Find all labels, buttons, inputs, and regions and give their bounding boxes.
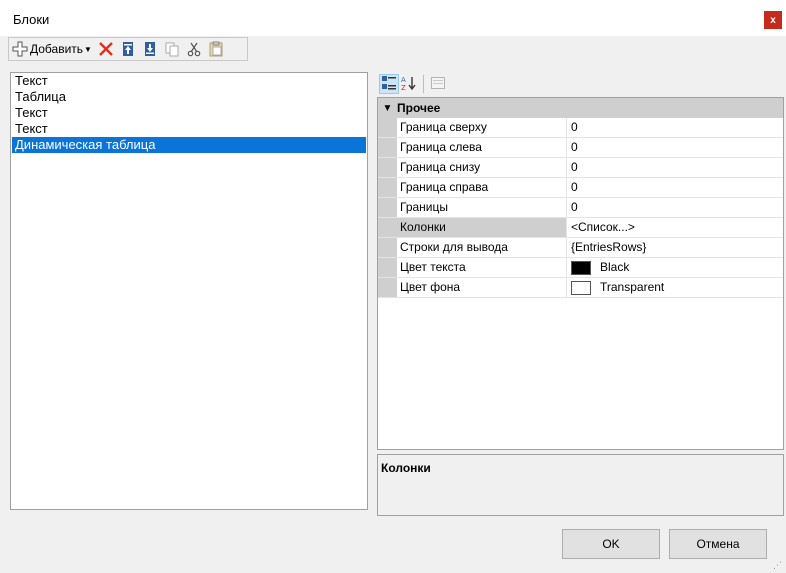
resize-grip-icon[interactable]: ⋰ bbox=[773, 560, 782, 571]
add-dropdown-button[interactable]: Добавить ▼ bbox=[12, 39, 92, 59]
delete-icon bbox=[98, 41, 114, 57]
cut-icon bbox=[186, 41, 202, 57]
svg-text:A: A bbox=[401, 76, 406, 84]
row-gutter bbox=[378, 158, 397, 177]
property-value-color[interactable]: Black bbox=[567, 258, 783, 277]
ok-button[interactable]: OK bbox=[562, 529, 660, 559]
copy-button[interactable] bbox=[164, 39, 180, 59]
color-value-label: Black bbox=[600, 260, 630, 274]
property-name: Граница слева bbox=[397, 138, 567, 157]
title-bar: Блоки x bbox=[0, 0, 786, 36]
property-name: Колонки bbox=[397, 218, 567, 237]
cancel-button[interactable]: Отмена bbox=[669, 529, 767, 559]
alphabetical-button[interactable]: AZ bbox=[399, 74, 419, 94]
property-name: Граница сверху bbox=[397, 118, 567, 137]
property-value-color[interactable]: Transparent bbox=[567, 278, 783, 297]
color-value-label: Transparent bbox=[600, 280, 665, 294]
row-gutter bbox=[378, 198, 397, 217]
property-row[interactable]: Цвет текста Black bbox=[378, 258, 783, 278]
property-row[interactable]: Границы 0 bbox=[378, 198, 783, 218]
property-row[interactable]: Граница сверху 0 bbox=[378, 118, 783, 138]
property-name: Границы bbox=[397, 198, 567, 217]
property-value[interactable]: 0 bbox=[567, 138, 783, 157]
property-name: Граница справа bbox=[397, 178, 567, 197]
property-name: Цвет текста bbox=[397, 258, 567, 277]
blocks-dialog: Блоки x Добавить ▼ Текст Таблица Текст Т… bbox=[0, 0, 786, 573]
property-pages-icon bbox=[431, 76, 445, 93]
blocks-list[interactable]: Текст Таблица Текст Текст Динамическая т… bbox=[10, 72, 368, 510]
cut-button[interactable] bbox=[186, 39, 202, 59]
blocks-toolbar: Добавить ▼ bbox=[8, 37, 248, 61]
window-title: Блоки bbox=[13, 12, 50, 27]
add-icon bbox=[12, 41, 28, 57]
move-down-icon bbox=[142, 41, 158, 57]
list-item[interactable]: Таблица bbox=[12, 89, 366, 105]
toolbar-separator bbox=[423, 75, 424, 93]
move-down-button[interactable] bbox=[142, 39, 158, 59]
color-swatch bbox=[571, 260, 591, 275]
property-value[interactable]: <Список...> bbox=[567, 218, 783, 237]
categorized-icon bbox=[382, 75, 396, 93]
property-value[interactable]: {EntriesRows} bbox=[567, 238, 783, 257]
list-item[interactable]: Текст bbox=[12, 73, 366, 89]
row-gutter bbox=[378, 258, 397, 277]
list-item[interactable]: Текст bbox=[12, 105, 366, 121]
svg-text:Z: Z bbox=[401, 84, 406, 91]
property-row[interactable]: Строки для вывода {EntriesRows} bbox=[378, 238, 783, 258]
row-gutter bbox=[378, 138, 397, 157]
property-row[interactable]: Цвет фона Transparent bbox=[378, 278, 783, 298]
row-gutter bbox=[378, 238, 397, 257]
sort-az-icon: AZ bbox=[401, 75, 417, 94]
paste-button[interactable] bbox=[208, 39, 224, 59]
property-row[interactable]: Граница слева 0 bbox=[378, 138, 783, 158]
move-up-button[interactable] bbox=[120, 39, 136, 59]
row-gutter bbox=[378, 118, 397, 137]
delete-button[interactable] bbox=[98, 39, 114, 59]
chevron-down-icon: ▼ bbox=[382, 102, 393, 114]
chevron-down-icon: ▼ bbox=[84, 44, 92, 54]
categorized-button[interactable] bbox=[379, 74, 399, 94]
property-name: Цвет фона bbox=[397, 278, 567, 297]
property-row-selected[interactable]: Колонки <Список...> bbox=[378, 218, 783, 238]
copy-icon bbox=[164, 41, 180, 57]
description-title: Колонки bbox=[381, 461, 431, 475]
category-label: Прочее bbox=[397, 101, 441, 115]
list-item[interactable]: Текст bbox=[12, 121, 366, 137]
property-row[interactable]: Граница справа 0 bbox=[378, 178, 783, 198]
property-value[interactable]: 0 bbox=[567, 158, 783, 177]
row-gutter bbox=[378, 218, 397, 237]
property-grid: ▼ Прочее Граница сверху 0 Граница слева … bbox=[377, 97, 784, 450]
property-grid-toolbar: AZ bbox=[379, 72, 459, 96]
row-gutter bbox=[378, 278, 397, 297]
description-panel: Колонки bbox=[377, 454, 784, 516]
property-value[interactable]: 0 bbox=[567, 198, 783, 217]
property-name: Граница снизу bbox=[397, 158, 567, 177]
paste-icon bbox=[208, 41, 224, 57]
row-gutter bbox=[378, 178, 397, 197]
close-button[interactable]: x bbox=[764, 11, 782, 29]
list-item-selected[interactable]: Динамическая таблица bbox=[12, 137, 366, 153]
property-row[interactable]: Граница снизу 0 bbox=[378, 158, 783, 178]
color-swatch bbox=[571, 280, 591, 295]
property-name: Строки для вывода bbox=[397, 238, 567, 257]
category-row[interactable]: ▼ Прочее bbox=[378, 98, 783, 118]
property-pages-button[interactable] bbox=[428, 74, 448, 94]
move-up-icon bbox=[120, 41, 136, 57]
property-value[interactable]: 0 bbox=[567, 118, 783, 137]
add-button-label: Добавить bbox=[30, 42, 84, 56]
property-value[interactable]: 0 bbox=[567, 178, 783, 197]
